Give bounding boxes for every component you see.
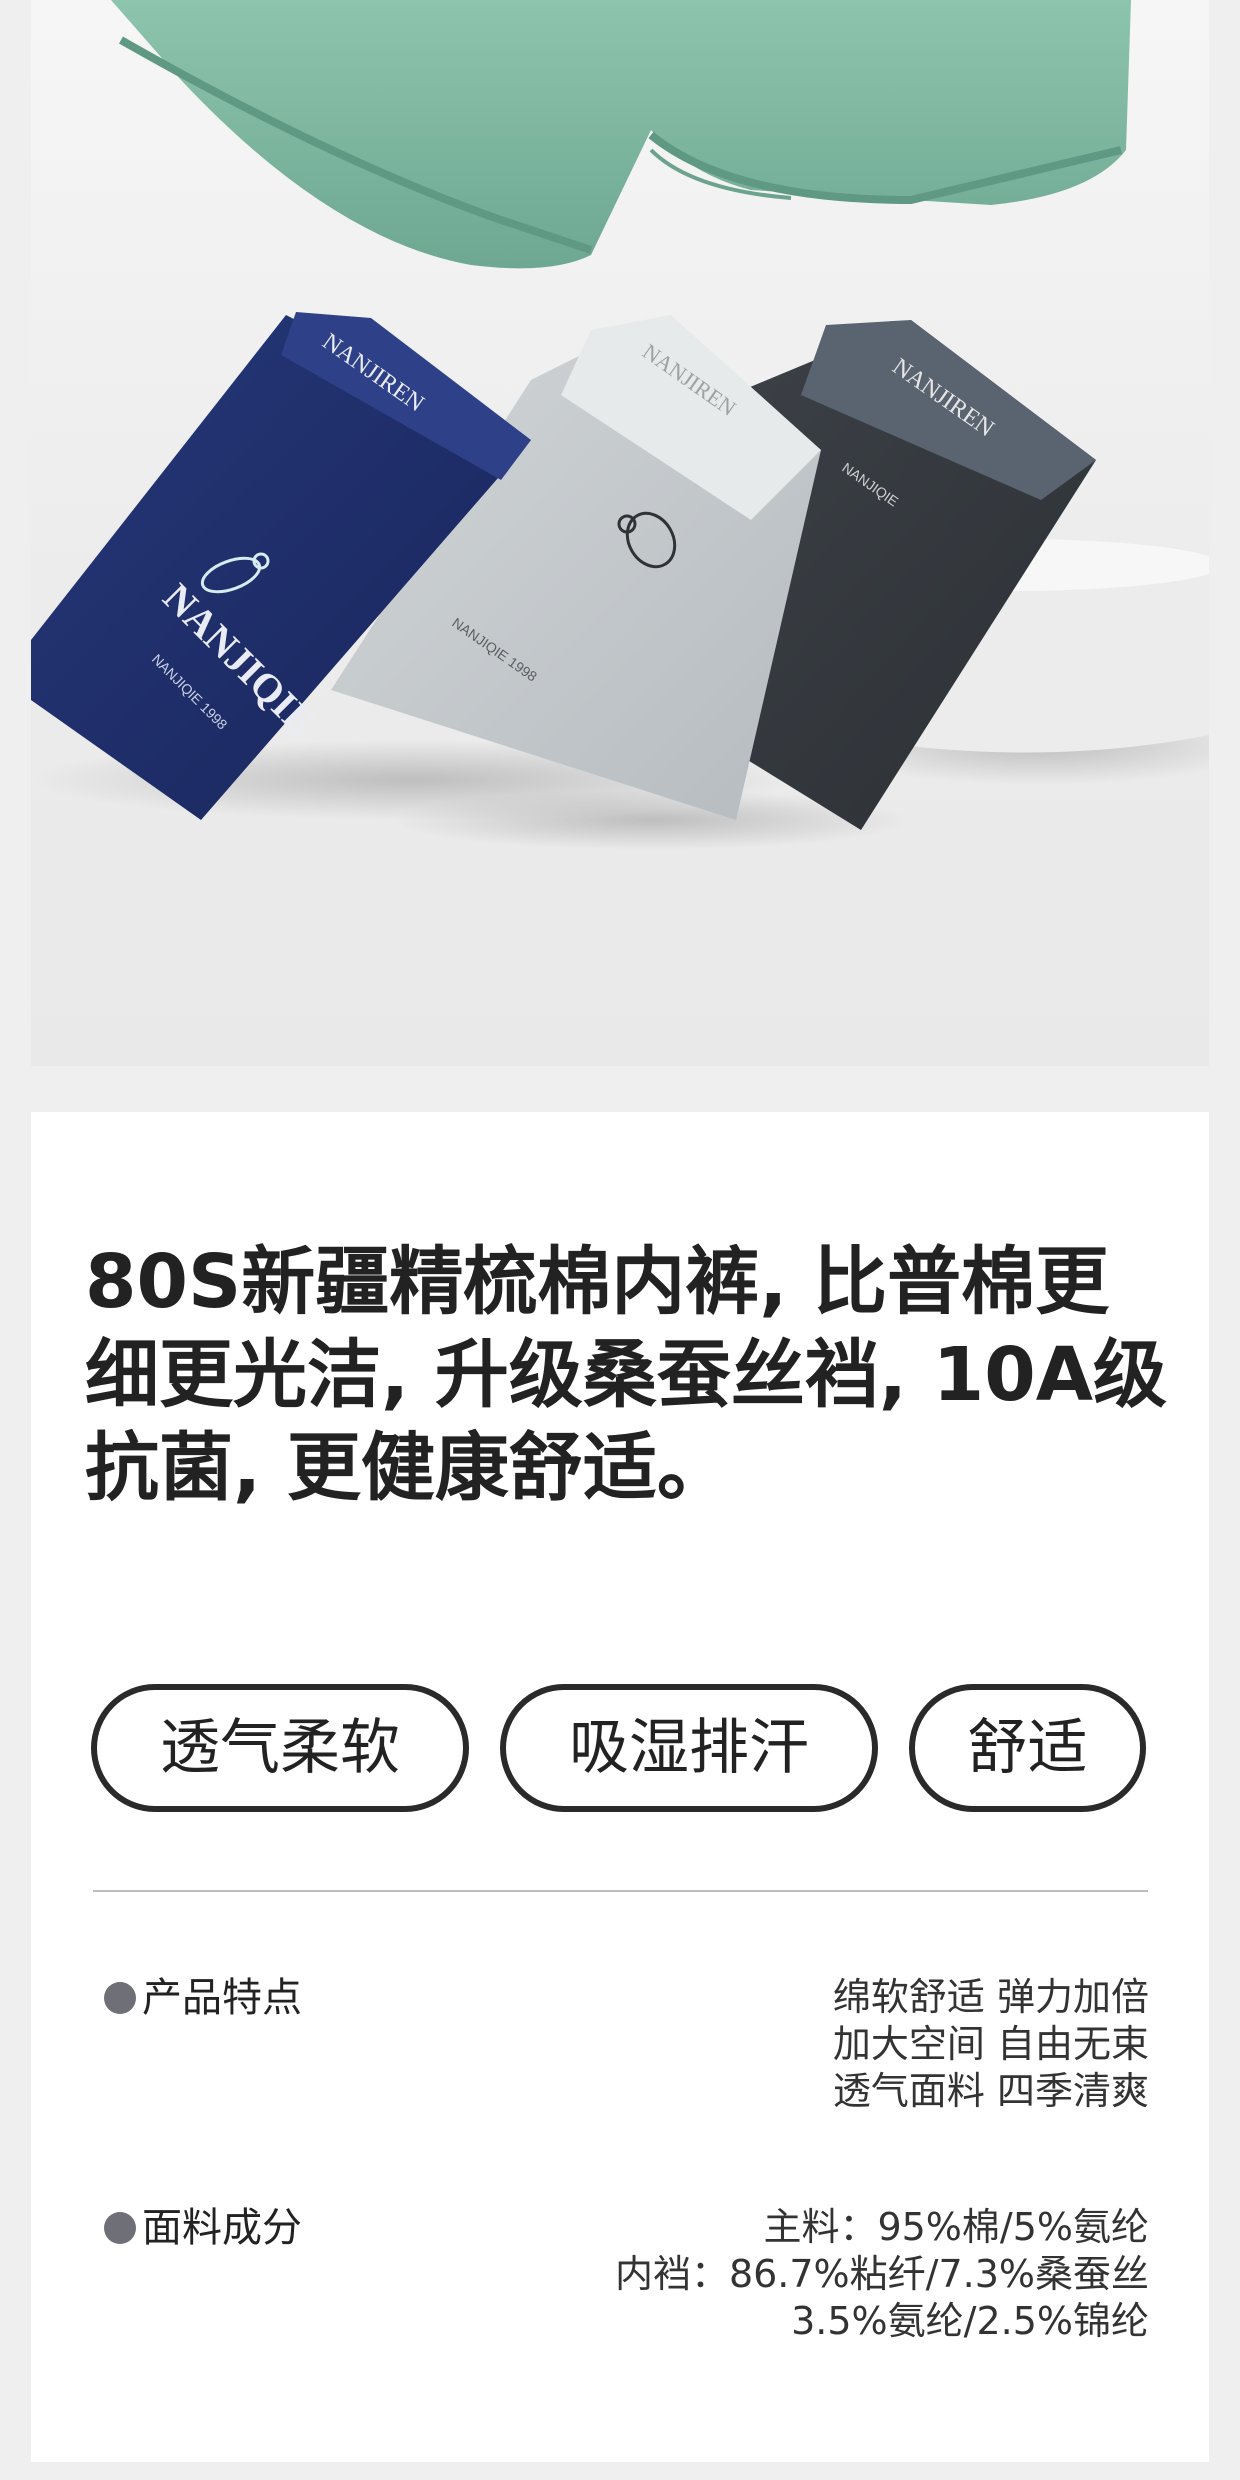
spec-value: 加大空间 自由无束: [832, 2022, 1149, 2066]
headline-line-3: 抗菌, 更健康舒适。: [85, 1425, 731, 1511]
product-info-card: 80S新疆精梳棉内裤, 比普棉更 细更光洁, 升级桑蚕丝裆, 10A级 抗菌, …: [31, 1112, 1209, 2462]
tag-breathable-soft: 透气柔软: [91, 1684, 469, 1812]
product-hero-image: NANJIREN NANJIQIE NANJIREN NANJIQIE 1998…: [31, 0, 1209, 1066]
spec-value: 主料：95%棉/5%氨纶: [763, 2205, 1149, 2249]
tag-comfortable: 舒适: [909, 1684, 1146, 1812]
spec-value: 透气面料 四季清爽: [832, 2069, 1149, 2113]
bullet-icon: [104, 2212, 136, 2244]
spec-label: 面料成分: [104, 2204, 302, 2252]
spec-label-text: 产品特点: [142, 1975, 302, 2021]
tag-moisture-wicking: 吸湿排汗: [500, 1684, 878, 1812]
spec-value: 内裆：86.7%粘纤/7.3%桑蚕丝: [614, 2252, 1149, 2296]
headline-line-1: 80S新疆精梳棉内裤, 比普棉更: [85, 1239, 1110, 1325]
green-boxer-brief: [111, 0, 1131, 269]
spec-values: 主料：95%棉/5%氨纶 内裆：86.7%粘纤/7.3%桑蚕丝 3.5%氨纶/2…: [615, 2204, 1149, 2345]
spec-label-text: 面料成分: [142, 2205, 302, 2251]
section-divider: [93, 1890, 1148, 1892]
feature-tags: 透气柔软 吸湿排汗 舒适: [91, 1684, 1191, 1824]
spec-value: 绵软舒适 弹力加倍: [832, 1975, 1149, 2019]
spec-values: 绵软舒适 弹力加倍 加大空间 自由无束 透气面料 四季清爽: [833, 1974, 1149, 2115]
product-headline: 80S新疆精梳棉内裤, 比普棉更 细更光洁, 升级桑蚕丝裆, 10A级 抗菌, …: [85, 1236, 1185, 1515]
spec-label: 产品特点: [104, 1974, 302, 2022]
headline-line-2: 细更光洁, 升级桑蚕丝裆, 10A级: [85, 1332, 1167, 1418]
bullet-icon: [104, 1982, 136, 2014]
spec-value: 3.5%氨纶/2.5%锦纶: [791, 2299, 1149, 2343]
